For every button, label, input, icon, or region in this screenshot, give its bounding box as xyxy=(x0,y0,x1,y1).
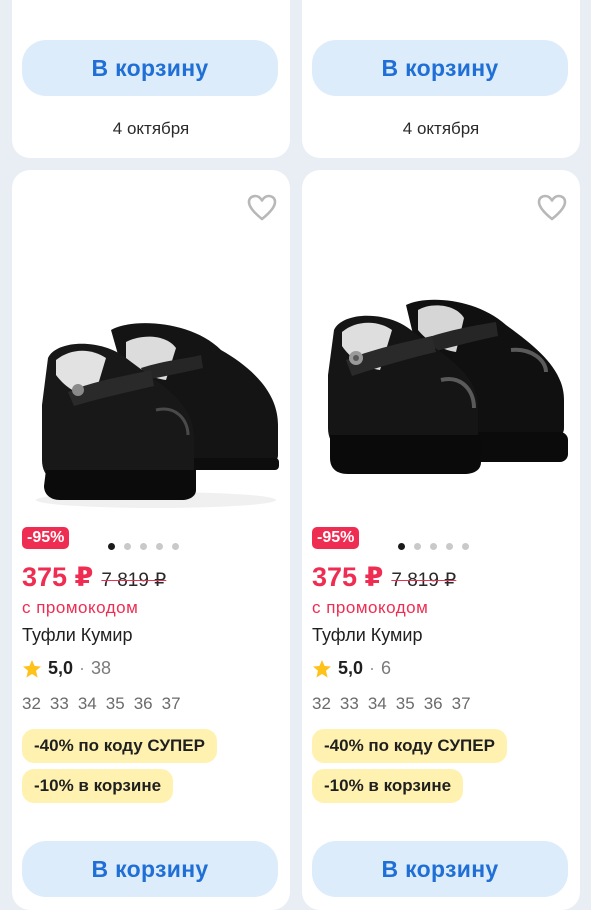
product-image[interactable] xyxy=(306,230,576,520)
carousel-dot[interactable] xyxy=(124,543,131,550)
rating-row: 5,0 · 6 xyxy=(312,658,391,679)
size-list: 32 33 34 35 36 37 xyxy=(312,694,471,714)
promo-code-badge: -40% по коду СУПЕР xyxy=(22,729,217,763)
size-option: 32 xyxy=(312,694,331,713)
carousel-dot[interactable] xyxy=(462,543,469,550)
rating-value: 5,0 xyxy=(338,658,364,678)
product-title[interactable]: Туфли Кумир xyxy=(312,625,422,646)
price-row: 375 ₽ 7 819 ₽ xyxy=(22,562,166,593)
current-price: 375 ₽ xyxy=(312,562,384,592)
promo-code-badge: -40% по коду СУПЕР xyxy=(312,729,507,763)
size-option: 34 xyxy=(77,694,97,713)
size-option: 37 xyxy=(161,694,181,713)
carousel-dot[interactable] xyxy=(156,543,163,550)
discount-badge: -95% xyxy=(22,527,70,549)
star-icon xyxy=(313,659,331,677)
add-to-cart-button[interactable]: В корзину xyxy=(312,841,568,897)
size-option: 32 xyxy=(22,694,41,713)
carousel-dot[interactable] xyxy=(108,543,115,550)
price-row: 375 ₽ 7 819 ₽ xyxy=(312,562,456,593)
carousel-dot[interactable] xyxy=(140,543,147,550)
star-icon xyxy=(23,659,41,677)
discount-badge: -95% xyxy=(312,527,360,549)
add-to-cart-button[interactable]: В корзину xyxy=(312,40,568,96)
size-option: 36 xyxy=(133,694,153,713)
old-price: 7 819 ₽ xyxy=(101,570,167,591)
old-price: 7 819 ₽ xyxy=(391,570,457,591)
carousel-dot[interactable] xyxy=(446,543,453,550)
promo-note: с промокодом xyxy=(22,598,139,617)
current-price: 375 ₽ xyxy=(22,562,94,592)
cart-discount-badge: -10% в корзине xyxy=(312,769,464,803)
size-list: 32 33 34 35 36 37 xyxy=(22,694,181,714)
image-carousel-dots[interactable] xyxy=(398,543,469,550)
heart-icon[interactable] xyxy=(246,192,278,224)
size-option: 33 xyxy=(49,694,69,713)
product-card[interactable]: -95% 375 ₽ 7 819 ₽ с промокодом Туфли Ку… xyxy=(302,170,580,910)
size-option: 37 xyxy=(451,694,471,713)
add-to-cart-button[interactable]: В корзину xyxy=(22,841,278,897)
product-image[interactable] xyxy=(16,230,286,520)
heart-icon[interactable] xyxy=(536,192,568,224)
delivery-date: 4 октября xyxy=(112,119,190,138)
size-option: 33 xyxy=(339,694,359,713)
size-option: 34 xyxy=(367,694,387,713)
review-count: 38 xyxy=(91,658,112,678)
rating-row: 5,0 · 38 xyxy=(22,658,111,679)
size-option: 35 xyxy=(105,694,125,713)
product-card-top-right: В корзину 4 октября xyxy=(302,0,580,158)
product-card-top-left: В корзину 4 октября xyxy=(12,0,290,158)
cart-discount-badge: -10% в корзине xyxy=(22,769,174,803)
delivery-date: 4 октября xyxy=(402,119,480,138)
size-option: 35 xyxy=(395,694,415,713)
product-title[interactable]: Туфли Кумир xyxy=(22,625,132,646)
image-carousel-dots[interactable] xyxy=(108,543,179,550)
separator: · xyxy=(79,658,86,678)
carousel-dot[interactable] xyxy=(430,543,437,550)
carousel-dot[interactable] xyxy=(172,543,179,550)
size-option: 36 xyxy=(423,694,443,713)
review-count: 6 xyxy=(381,658,392,678)
rating-value: 5,0 xyxy=(48,658,74,678)
carousel-dot[interactable] xyxy=(398,543,405,550)
promo-note: с промокодом xyxy=(312,598,429,617)
add-to-cart-button[interactable]: В корзину xyxy=(22,40,278,96)
product-card[interactable]: -95% 375 ₽ 7 819 ₽ с промокодом Туфли Ку… xyxy=(12,170,290,910)
separator: · xyxy=(369,658,376,678)
carousel-dot[interactable] xyxy=(414,543,421,550)
